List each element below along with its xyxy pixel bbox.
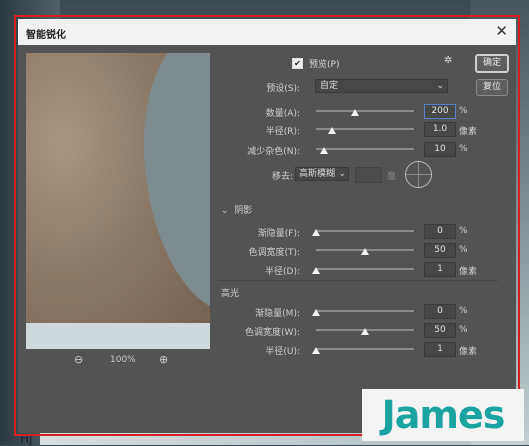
highlights-title: 高光	[221, 289, 240, 299]
shadow-fade-slider[interactable]	[312, 229, 414, 236]
preset-value: 自定	[320, 81, 339, 91]
amount-row: 数量(A): 200 %	[218, 104, 478, 120]
highlight-radius-slider[interactable]	[312, 347, 414, 354]
amount-label: 数量(A):	[265, 109, 300, 119]
highlight-fade-slider[interactable]	[312, 309, 414, 316]
zoom-bar: ⊖ 100% ⊕	[26, 351, 210, 369]
noise-slider[interactable]	[316, 147, 414, 154]
gear-icon[interactable]: ✲	[444, 55, 452, 66]
highlight-fade-unit: %	[459, 306, 468, 316]
remove-label: 移去:	[271, 172, 293, 182]
radius-label: 半径(R):	[265, 127, 300, 137]
preview-label: 预览(P)	[309, 60, 340, 70]
shadow-fade-unit: %	[459, 226, 468, 236]
collapse-icon[interactable]: ⌄	[221, 206, 229, 216]
slider-thumb[interactable]	[312, 229, 320, 236]
zoom-out-icon[interactable]: ⊖	[74, 353, 83, 366]
zoom-in-icon[interactable]: ⊕	[159, 353, 168, 366]
noise-row: 减少杂色(N): 10 %	[218, 142, 478, 158]
shadow-radius-unit: 像素	[459, 267, 478, 277]
preset-select[interactable]: 自定 ⌄	[315, 79, 448, 93]
preview-background-area	[127, 53, 210, 322]
preview-toggle[interactable]: ✔ 预览(P)	[292, 57, 339, 70]
radius-unit: 像素	[459, 127, 478, 137]
highlight-fade-row: 渐隐量(M): 0 %	[218, 304, 478, 320]
preset-row: 预设(S): 自定 ⌄	[218, 79, 478, 95]
amount-slider[interactable]	[316, 109, 414, 116]
ok-button[interactable]: 确定	[475, 54, 509, 73]
shadow-tonal-input[interactable]: 50	[424, 243, 456, 258]
highlight-tonal-row: 色调宽度(W): 50 %	[218, 323, 478, 339]
highlight-radius-row: 半径(U): 1 像素	[218, 342, 478, 358]
noise-input[interactable]: 10	[424, 142, 456, 157]
image-preview[interactable]	[26, 53, 210, 349]
slider-thumb[interactable]	[327, 127, 336, 134]
radius-row: 半径(R): 1.0 像素	[218, 122, 478, 138]
slider-thumb[interactable]	[351, 109, 360, 116]
shadow-tonal-slider[interactable]	[316, 248, 414, 255]
preview-checkbox[interactable]: ✔	[292, 58, 303, 69]
remove-row: 移去: 高斯模糊 ⌄ 度	[218, 161, 478, 188]
reset-button[interactable]: 复位	[476, 79, 508, 96]
shadow-tonal-row: 色调宽度(T): 50 %	[218, 243, 478, 259]
section-divider	[218, 280, 498, 281]
highlight-tonal-input[interactable]: 50	[424, 323, 456, 338]
highlight-radius-label: 半径(U):	[265, 347, 300, 357]
smart-sharpen-dialog: 智能锐化 ✕ ⊖ 100% ⊕ ✔ 预览(P) ✲ 确定 复位 预设(S): 自…	[18, 19, 516, 433]
title-bar: 智能锐化 ✕	[18, 19, 516, 45]
highlight-radius-input[interactable]: 1	[424, 342, 456, 357]
slider-thumb[interactable]	[319, 147, 328, 154]
watermark-logo: James	[362, 389, 524, 441]
angle-dial[interactable]	[405, 161, 432, 188]
remove-value: 高斯模糊	[299, 169, 336, 179]
slider-thumb[interactable]	[361, 328, 369, 335]
shadow-tonal-label: 色调宽度(T):	[248, 248, 300, 258]
preview-collar-area	[26, 323, 210, 349]
slider-thumb[interactable]	[361, 248, 369, 255]
shadow-fade-label: 渐隐量(F):	[257, 229, 300, 239]
radius-input[interactable]: 1.0	[424, 122, 456, 137]
amount-input[interactable]: 200	[424, 104, 456, 119]
noise-unit: %	[459, 144, 468, 154]
highlight-fade-input[interactable]: 0	[424, 304, 456, 319]
slider-thumb[interactable]	[312, 309, 320, 316]
highlight-fade-label: 渐隐量(M):	[255, 309, 300, 319]
remove-select[interactable]: 高斯模糊 ⌄	[295, 167, 349, 181]
chevron-down-icon: ⌄	[436, 81, 444, 91]
shadow-radius-slider[interactable]	[312, 267, 414, 274]
preset-label: 预设(S):	[266, 84, 300, 94]
zoom-level: 100%	[110, 355, 136, 365]
dialog-title: 智能锐化	[26, 30, 66, 41]
shadow-radius-row: 半径(D): 1 像素	[218, 262, 478, 278]
angle-unit: 度	[387, 172, 397, 182]
shadow-fade-row: 渐隐量(F): 0 %	[218, 224, 478, 240]
highlight-tonal-unit: %	[459, 325, 468, 335]
shadow-radius-label: 半径(D):	[265, 267, 300, 277]
close-icon[interactable]: ✕	[495, 22, 508, 40]
settings-panel: ✔ 预览(P) ✲ 确定 复位 预设(S): 自定 ⌄ 数量(A): 200 %…	[218, 49, 514, 429]
shadow-fade-input[interactable]: 0	[424, 224, 456, 239]
amount-unit: %	[459, 106, 468, 116]
chevron-down-icon: ⌄	[338, 169, 346, 179]
radius-slider[interactable]	[316, 127, 414, 134]
shadows-section-header[interactable]: ⌄ 阴影	[221, 203, 252, 216]
highlight-tonal-slider[interactable]	[316, 328, 414, 335]
shadow-radius-input[interactable]: 1	[424, 262, 456, 277]
highlight-radius-unit: 像素	[459, 347, 478, 357]
angle-input[interactable]	[355, 167, 382, 183]
shadow-tonal-unit: %	[459, 245, 468, 255]
slider-thumb[interactable]	[312, 347, 320, 354]
slider-thumb[interactable]	[312, 267, 320, 274]
noise-label: 减少杂色(N):	[247, 147, 300, 157]
shadows-title: 阴影	[234, 206, 253, 216]
highlight-tonal-label: 色调宽度(W):	[245, 328, 300, 338]
